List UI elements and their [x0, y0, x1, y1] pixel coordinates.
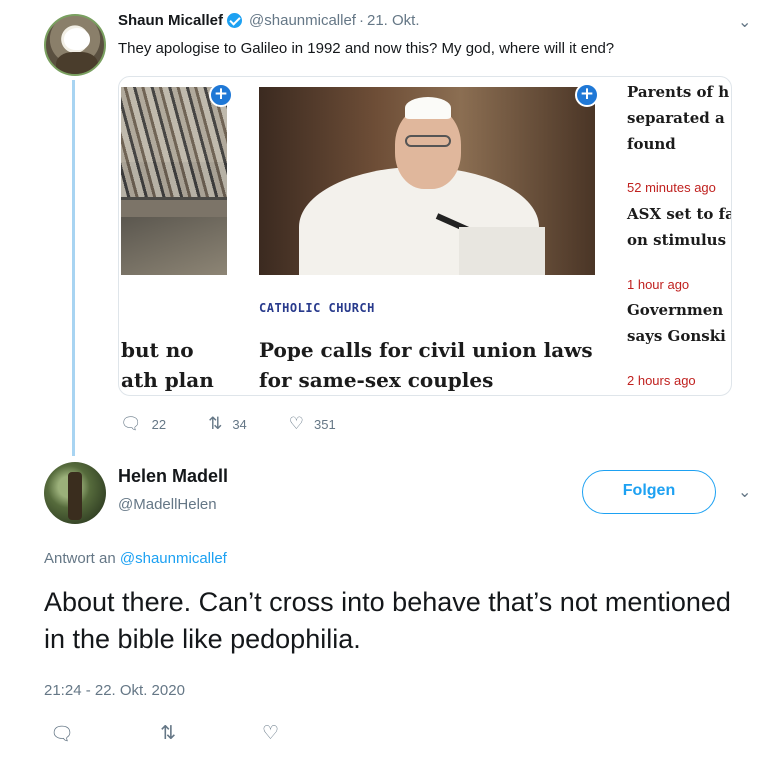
follow-button[interactable]: Folgen [582, 470, 716, 514]
news-timestamp: 1 hour ago [627, 277, 690, 292]
headline-line: Pope calls for civil union laws [259, 338, 593, 362]
news-photo-pope[interactable] [259, 87, 595, 275]
verified-badge-icon [227, 13, 243, 28]
tweet-actions: 🗨 ⇅ ♡ [50, 722, 365, 745]
pope-zucchetto [405, 97, 451, 119]
headline-line: says Gonski [627, 327, 726, 345]
avatar[interactable] [44, 14, 106, 76]
avatar-body [56, 52, 98, 74]
reply-count: 22 [151, 416, 167, 432]
retweet-icon: ⇅ [208, 414, 223, 434]
link-preview-card[interactable]: + + but no ath plan CATHOLIC CHURCH Pope… [118, 76, 732, 396]
pope-head [395, 107, 461, 189]
news-timestamp: 52 minutes ago [627, 180, 716, 195]
tweet-header: Shaun Micallef @shaunmicallef · 21. Okt. [118, 12, 420, 29]
heart-icon: ♡ [288, 414, 305, 434]
glasses [405, 135, 451, 147]
tweet-text: They apologise to Galileo in 1992 and no… [118, 40, 615, 57]
graffiti-wall [121, 87, 227, 197]
retweet-count: 34 [232, 416, 247, 432]
like-count: 351 [314, 416, 336, 432]
reply-icon[interactable]: 🗨 [50, 722, 74, 745]
avatar-face [64, 28, 90, 50]
replying-to: Antwort an @shaunmicallef [44, 550, 227, 567]
replying-prefix: Antwort an [44, 550, 116, 567]
headline-line: for same-sex couples [259, 368, 494, 392]
reply-icon: 🗨 [120, 414, 142, 434]
headline-line: found [627, 135, 676, 153]
headline-line: separated a [627, 109, 725, 127]
side-headline-2[interactable]: ASX set to fa on stimulus [627, 201, 732, 253]
headline-line: on stimulus [627, 231, 727, 249]
tweet-timestamp[interactable]: 21:24 - 22. Okt. 2020 [44, 682, 185, 699]
thread-connector-line [72, 80, 75, 456]
mention-link[interactable]: @shaunmicallef [120, 550, 227, 567]
like-button[interactable]: ♡ 351 [289, 414, 336, 434]
reply-button[interactable]: 🗨 22 [120, 414, 166, 434]
tweet-text: About there. Can’t cross into behave tha… [44, 587, 731, 654]
side-headline-3[interactable]: Governmen says Gonski [627, 297, 726, 349]
news-timestamp: 2 hours ago [627, 373, 696, 388]
paper-sheet [459, 227, 545, 275]
retweet-button[interactable]: ⇅ 34 [208, 414, 247, 434]
user-handle[interactable]: @MadellHelen [118, 496, 217, 513]
news-category[interactable]: CATHOLIC CHURCH [259, 301, 375, 315]
chevron-down-icon[interactable]: ⌄ [738, 12, 751, 32]
tweet-date[interactable]: 21. Okt. [367, 12, 420, 29]
pavement [121, 217, 227, 275]
headline-line: ASX set to fa [627, 205, 732, 223]
news-thumbnail-left[interactable] [121, 87, 227, 275]
avatar[interactable] [44, 462, 106, 524]
heart-icon[interactable]: ♡ [262, 722, 279, 745]
headline-line: but no [121, 338, 194, 362]
plus-icon[interactable]: + [209, 83, 233, 107]
user-handle[interactable]: @shaunmicallef [249, 12, 356, 29]
headline-line: ath plan [121, 368, 214, 392]
plus-icon[interactable]: + [575, 83, 599, 107]
news-headline-left[interactable]: but no ath plan [121, 335, 231, 395]
news-headline-main[interactable]: Pope calls for civil union laws for same… [259, 335, 593, 395]
retweet-icon[interactable]: ⇅ [160, 722, 176, 745]
side-headline-1[interactable]: Parents of h separated a found [627, 79, 729, 157]
headline-line: Parents of h [627, 83, 730, 101]
headline-line: Governmen [627, 301, 724, 319]
display-name[interactable]: Helen Madell [118, 466, 228, 487]
header-separator: · [358, 12, 364, 29]
display-name[interactable]: Shaun Micallef [118, 12, 223, 29]
chevron-down-icon[interactable]: ⌄ [738, 482, 751, 502]
tweet-actions: 🗨 22 ⇅ 34 ♡ 351 [120, 414, 378, 434]
